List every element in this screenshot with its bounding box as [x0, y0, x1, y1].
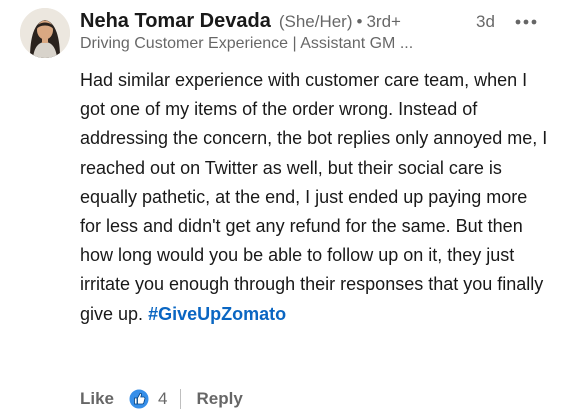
action-divider	[179, 389, 181, 409]
comment-timestamp: 3d	[476, 12, 495, 31]
avatar-image	[20, 8, 70, 58]
comment-text: Had similar experience with customer car…	[80, 70, 548, 324]
comment-card: Neha Tomar Devada (She/Her) • 3rd+ Drivi…	[0, 0, 570, 417]
like-button[interactable]: Like	[80, 389, 114, 409]
comment-body: Had similar experience with customer car…	[80, 66, 550, 329]
author-pronouns: (She/Her)	[278, 12, 353, 31]
more-options-button[interactable]	[512, 12, 540, 32]
ellipsis-icon	[515, 19, 537, 25]
hashtag-link[interactable]: #GiveUpZomato	[148, 304, 286, 324]
degree-separator: •	[356, 12, 363, 31]
author-name[interactable]: Neha Tomar Devada	[80, 10, 271, 33]
author-headline: Driving Customer Experience | Assistant …	[80, 35, 414, 52]
avatar[interactable]	[20, 8, 70, 58]
like-count[interactable]: 4	[158, 389, 167, 409]
thumbs-up-icon	[128, 388, 150, 410]
like-reaction[interactable]	[128, 388, 150, 410]
comment-actions: Like 4 Reply	[80, 388, 243, 410]
reply-button[interactable]: Reply	[197, 389, 243, 409]
connection-degree: 3rd+	[366, 12, 401, 31]
